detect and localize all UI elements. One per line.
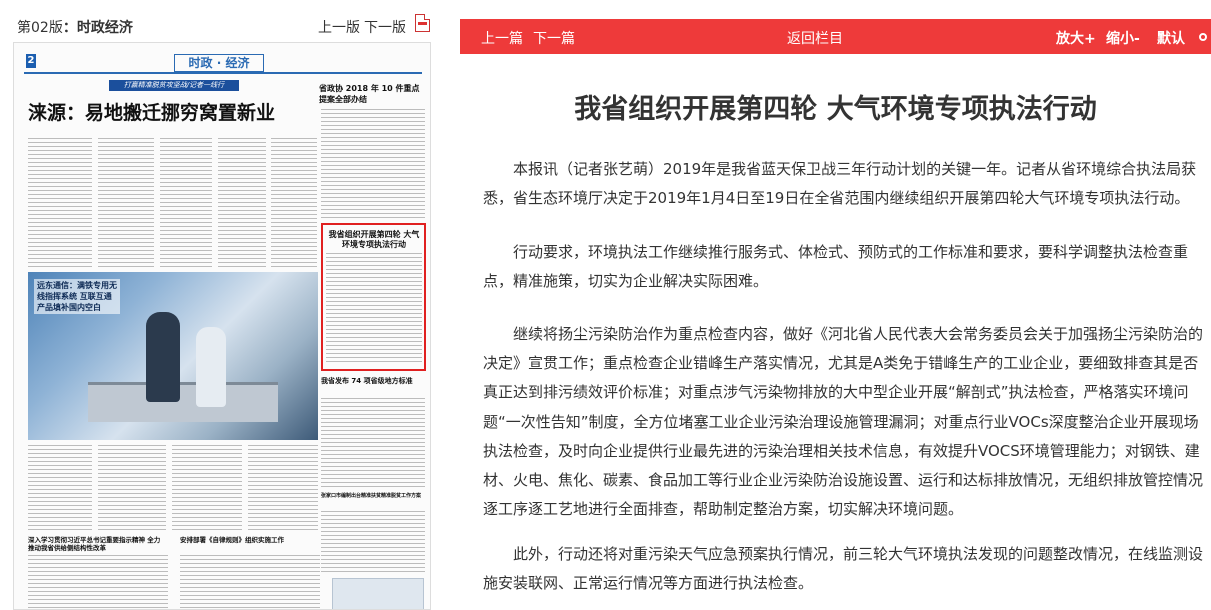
article-paragraph: 本报讯（记者张艺萌）2019年是我省蓝天保卫战三年行动计划的关键一年。记者从省环… bbox=[483, 160, 1197, 208]
thumb-right-head-3[interactable]: 张家口市编制出台精准扶贫精准脱贫工作方案 bbox=[321, 493, 426, 500]
thumb-text-block bbox=[98, 445, 166, 533]
next-article-button[interactable]: 下一篇 bbox=[533, 28, 575, 48]
thumb-text-block bbox=[28, 555, 168, 609]
thumb-right-head-1[interactable]: 省政协 2018 年 10 件重点提案全部办结 bbox=[319, 83, 424, 105]
thumb-text-block bbox=[172, 445, 242, 533]
thumb-text-block bbox=[160, 138, 212, 268]
thumb-ad bbox=[332, 578, 424, 609]
thumb-text-block bbox=[248, 445, 318, 533]
thumb-bottom-head-2[interactable]: 安排部署《自律规则》组织实施工作 bbox=[180, 536, 320, 544]
article-title: 我省组织开展第四轮 大气环境专项执法行动 bbox=[574, 94, 1097, 125]
thumb-headline[interactable]: 涞源：易地搬迁挪穷窝置新业 bbox=[28, 98, 275, 125]
thumb-text-block bbox=[271, 138, 317, 268]
thumb-text-block bbox=[321, 398, 425, 488]
thumb-page-number: 2 bbox=[26, 54, 36, 68]
thumb-bottom-head-1[interactable]: 深入学习贯彻习近平总书记重要指示精神 全力推动我省供给侧结构性改革 bbox=[28, 536, 163, 552]
next-edition-link[interactable]: 下一版 bbox=[364, 17, 406, 37]
thumb-divider bbox=[24, 72, 422, 74]
thumb-text-block bbox=[98, 138, 154, 268]
edition-header: 第02版：时政经济 上一版 下一版 bbox=[0, 0, 445, 38]
article-paragraph: 此外，行动还将对重污染天气应急预案执行情况，前三轮大气环境执法发现的问题整改情况… bbox=[483, 545, 1204, 593]
edition-separator: ： bbox=[62, 20, 77, 36]
thumb-text-block bbox=[218, 138, 266, 268]
thumb-right-head-2[interactable]: 我省发布 74 项省级地方标准 bbox=[321, 376, 426, 386]
edition-section-name: 时政经济 bbox=[76, 20, 133, 36]
page-thumbnail[interactable]: 2 时政 · 经济 打赢精准脱贫攻坚战/记者一线行 涞源：易地搬迁挪穷窝置新业 … bbox=[13, 42, 431, 610]
zoom-out-button[interactable]: 缩小- bbox=[1106, 28, 1140, 48]
article-paragraph: 行动要求，环境执法工作继续推行服务式、体检式、预防式的工作标准和要求，要科学调整… bbox=[483, 243, 1189, 291]
thumb-banner: 打赢精准脱贫攻坚战/记者一线行 bbox=[109, 80, 239, 91]
thumb-text-block bbox=[321, 109, 425, 221]
thumb-text-block bbox=[28, 138, 92, 268]
thumb-text-block bbox=[321, 511, 425, 573]
article-paragraph: 继续将扬尘污染防治作为重点检查内容，做好《河北省人民代表大会常务委员会关于加强扬… bbox=[483, 325, 1204, 519]
photo-equipment bbox=[88, 382, 278, 422]
prev-article-button[interactable]: 上一篇 bbox=[481, 28, 523, 48]
article-panel: 上一篇 下一篇 返回栏目 放大+ 缩小- 默认 我省组织开展第四轮 大气环境专项… bbox=[460, 0, 1211, 610]
thumb-section-tag: 时政 · 经济 bbox=[174, 54, 264, 72]
pdf-icon[interactable] bbox=[415, 14, 430, 32]
thumb-highlight-title[interactable]: 我省组织开展第四轮 大气环境专项执法行动 bbox=[325, 229, 423, 249]
edition-panel: 第02版：时政经济 上一版 下一版 2 时政 · 经济 打赢精准脱贫攻坚战/记者… bbox=[0, 0, 445, 610]
circle-icon[interactable] bbox=[1199, 33, 1207, 41]
photo-person bbox=[196, 327, 226, 407]
back-to-section-button[interactable]: 返回栏目 bbox=[787, 28, 843, 48]
photo-person bbox=[146, 312, 180, 402]
edition-title: 第02版：时政经济 bbox=[17, 17, 133, 37]
thumb-text-block bbox=[326, 253, 422, 365]
article-toolbar: 上一篇 下一篇 返回栏目 放大+ 缩小- 默认 bbox=[460, 19, 1211, 54]
thumb-photo-caption[interactable]: 远东通信：满铁专用无线指挥系统 互联互通产品填补国内空白 bbox=[34, 279, 120, 314]
default-size-button[interactable]: 默认 bbox=[1157, 28, 1185, 48]
zoom-in-button[interactable]: 放大+ bbox=[1056, 28, 1096, 48]
thumb-text-block bbox=[180, 555, 320, 609]
prev-edition-link[interactable]: 上一版 bbox=[318, 17, 360, 37]
thumb-text-block bbox=[28, 445, 92, 533]
edition-page-label: 第02版 bbox=[17, 20, 63, 36]
